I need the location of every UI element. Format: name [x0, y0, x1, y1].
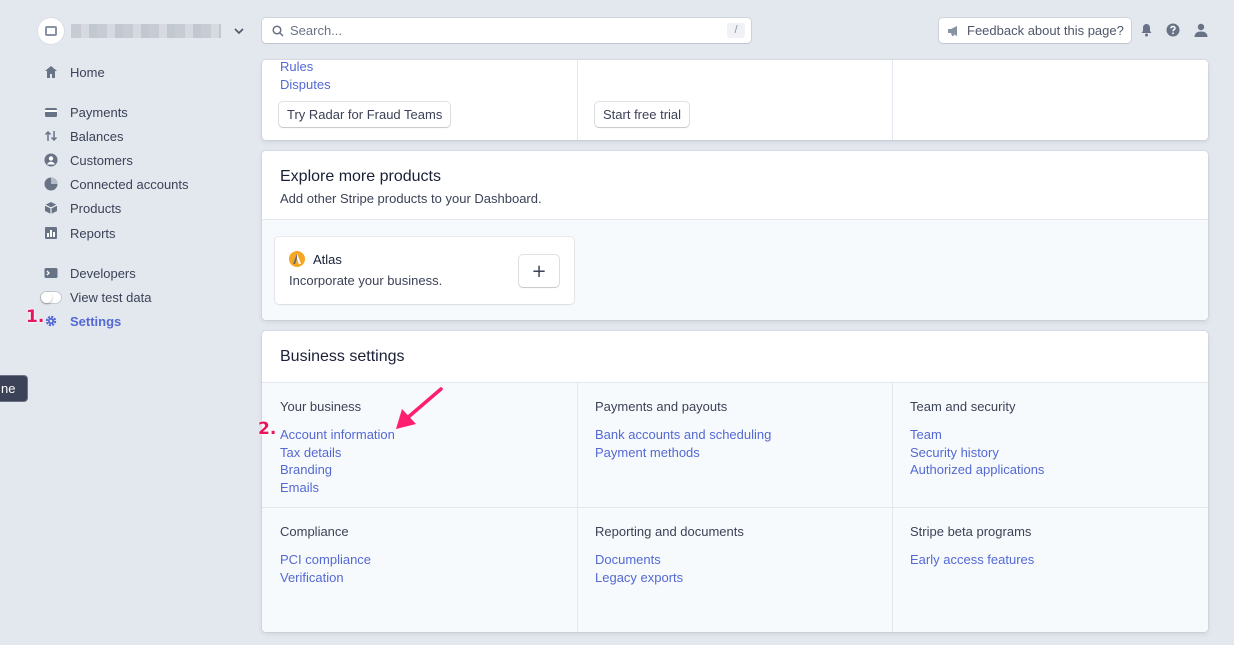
section-heading: Reporting and documents — [595, 524, 744, 539]
help-icon[interactable] — [1165, 22, 1181, 38]
atlas-product-tile: Atlas Incorporate your business. + — [275, 237, 574, 304]
compliance-section: Compliance PCI compliance Verification — [262, 523, 371, 586]
view-test-data-toggle[interactable]: View test data — [40, 288, 152, 306]
payments-icon — [44, 105, 58, 119]
column-divider — [892, 60, 893, 140]
search-bar[interactable]: / — [262, 18, 751, 43]
team-security-section: Team and security Team Security history … — [892, 398, 1044, 479]
sidebar-item-connected-accounts[interactable]: Connected accounts — [44, 175, 189, 193]
search-shortcut-hint: / — [727, 23, 745, 38]
sidebar-item-label: Balances — [70, 128, 124, 144]
sidebar-item-settings[interactable]: Settings — [44, 312, 121, 330]
tooltip-fragment: ne — [0, 375, 28, 402]
sidebar-item-home[interactable]: Home — [44, 63, 105, 81]
radar-links: Rules Disputes — [280, 60, 331, 93]
sidebar-item-label: Customers — [70, 152, 133, 168]
emails-link[interactable]: Emails — [280, 479, 395, 497]
explore-products-card: Explore more products Add other Stripe p… — [262, 151, 1208, 320]
start-free-trial-button[interactable]: Start free trial — [595, 102, 690, 127]
search-input[interactable] — [290, 23, 727, 38]
products-icon — [44, 201, 58, 215]
radar-card: Rules Disputes Try Radar for Fraud Teams… — [262, 60, 1208, 140]
add-product-button[interactable]: + — [519, 255, 559, 287]
payment-methods-link[interactable]: Payment methods — [595, 444, 771, 462]
your-business-section: Your business Account information Tax de… — [262, 398, 395, 496]
sidebar-item-label: Reports — [70, 225, 116, 241]
annotation-step-2: 2. — [258, 419, 277, 439]
products-area: Atlas Incorporate your business. + — [262, 219, 1208, 320]
megaphone-icon — [948, 25, 957, 36]
account-switcher[interactable] — [38, 18, 245, 44]
sidebar-item-label: Products — [70, 200, 122, 216]
sidebar-item-payments[interactable]: Payments — [44, 103, 128, 121]
row-divider — [262, 507, 1208, 508]
store-icon — [38, 18, 64, 44]
section-heading: Payments and payouts — [595, 399, 728, 414]
product-description: Incorporate your business. — [289, 273, 443, 288]
branding-link[interactable]: Branding — [280, 461, 395, 479]
column-divider — [577, 60, 578, 140]
verification-link[interactable]: Verification — [280, 569, 371, 587]
connected-accounts-icon — [44, 177, 58, 191]
search-icon — [272, 24, 284, 37]
sidebar-item-label: Home — [70, 64, 105, 80]
sidebar-item-label: Payments — [70, 104, 128, 120]
tax-details-link[interactable]: Tax details — [280, 444, 395, 462]
account-information-link[interactable]: Account information — [280, 426, 395, 444]
user-icon[interactable] — [1193, 22, 1209, 38]
business-settings-card: Business settings Your business Account … — [262, 331, 1208, 632]
early-access-features-link[interactable]: Early access features — [910, 551, 1034, 569]
bell-icon[interactable] — [1138, 22, 1154, 38]
reports-icon — [44, 226, 58, 240]
feedback-button[interactable]: Feedback about this page? — [939, 18, 1131, 43]
balances-icon — [44, 129, 58, 143]
developers-icon — [44, 266, 58, 280]
chevron-down-icon — [234, 28, 244, 35]
card-title: Business settings — [280, 348, 405, 365]
section-heading: Your business — [280, 399, 362, 414]
pci-compliance-link[interactable]: PCI compliance — [280, 551, 371, 569]
sidebar-item-label: Connected accounts — [70, 176, 189, 192]
home-icon — [44, 65, 58, 79]
account-name-redacted — [71, 24, 221, 38]
disputes-link[interactable]: Disputes — [280, 76, 331, 94]
customers-icon — [44, 153, 58, 167]
atlas-logo-icon — [289, 251, 305, 267]
sidebar-item-label: Settings — [70, 313, 122, 329]
annotation-arrow-icon — [396, 387, 443, 429]
sidebar-item-label: Developers — [70, 265, 136, 281]
annotation-step-1: 1. — [26, 307, 45, 327]
section-heading: Team and security — [910, 399, 1016, 414]
authorized-applications-link[interactable]: Authorized applications — [910, 461, 1044, 479]
reporting-documents-section: Reporting and documents Documents Legacy… — [577, 523, 744, 586]
beta-programs-section: Stripe beta programs Early access featur… — [892, 523, 1034, 569]
security-history-link[interactable]: Security history — [910, 444, 1044, 462]
product-name: Atlas — [313, 252, 342, 267]
section-heading: Compliance — [280, 524, 349, 539]
sidebar-item-balances[interactable]: Balances — [44, 127, 123, 145]
sidebar: Home Payments Balances Customers Connect… — [0, 0, 250, 645]
card-subtitle: Add other Stripe products to your Dashbo… — [280, 191, 542, 206]
documents-link[interactable]: Documents — [595, 551, 744, 569]
sidebar-item-products[interactable]: Products — [44, 199, 121, 217]
sidebar-item-customers[interactable]: Customers — [44, 151, 133, 169]
rules-link[interactable]: Rules — [280, 60, 331, 76]
payments-payouts-section: Payments and payouts Bank accounts and s… — [577, 398, 771, 461]
section-heading: Stripe beta programs — [910, 524, 1032, 539]
sidebar-item-reports[interactable]: Reports — [44, 224, 116, 242]
card-title: Explore more products — [280, 168, 441, 185]
try-radar-button[interactable]: Try Radar for Fraud Teams — [279, 102, 451, 127]
legacy-exports-link[interactable]: Legacy exports — [595, 569, 744, 587]
sidebar-item-label: View test data — [70, 289, 152, 305]
feedback-label: Feedback about this page? — [967, 23, 1124, 38]
sidebar-item-developers[interactable]: Developers — [44, 264, 136, 282]
gear-icon — [44, 314, 58, 328]
team-link[interactable]: Team — [910, 426, 1044, 444]
bank-accounts-link[interactable]: Bank accounts and scheduling — [595, 426, 771, 444]
toggle-switch[interactable] — [40, 290, 62, 304]
